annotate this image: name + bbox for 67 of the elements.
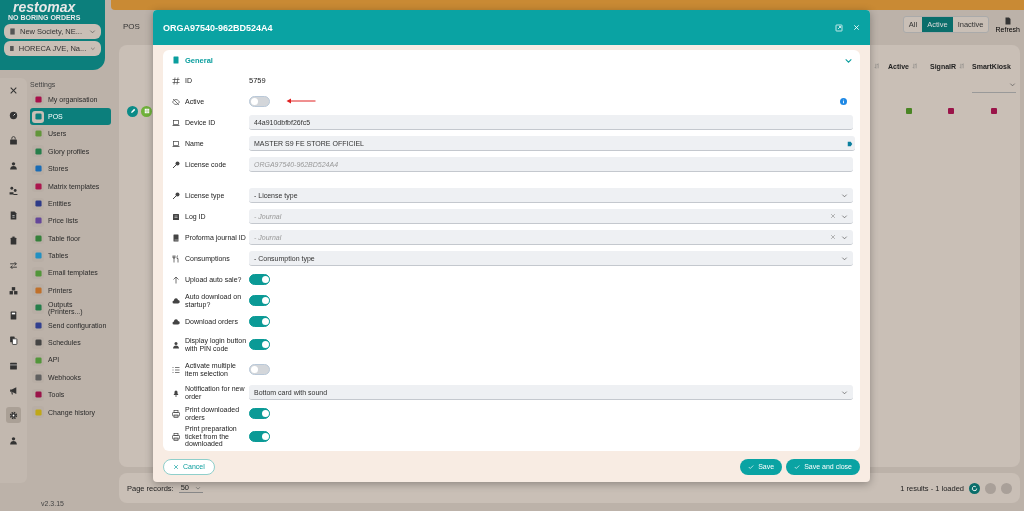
toggle-switch[interactable] xyxy=(249,96,270,107)
chevron-down-icon xyxy=(841,233,848,241)
boxes-icon xyxy=(9,285,18,295)
megaphone-icon xyxy=(9,385,18,395)
toggle-switch[interactable] xyxy=(249,339,270,350)
people-icon xyxy=(9,185,18,195)
clear-icon[interactable] xyxy=(830,213,836,219)
user-icon xyxy=(9,160,18,170)
grid-button[interactable] xyxy=(141,105,152,117)
list-icon xyxy=(172,365,180,374)
bag-icon xyxy=(9,135,18,145)
chevron-down-icon xyxy=(841,388,848,396)
cutlery-icon xyxy=(172,254,180,263)
chevron-down-icon xyxy=(89,28,96,35)
user-icon xyxy=(172,340,180,349)
close-icon xyxy=(9,85,18,95)
chevron-down-icon xyxy=(841,254,848,262)
calculator-icon xyxy=(9,310,18,320)
expand-icon[interactable] xyxy=(835,23,843,32)
toggle-switch[interactable] xyxy=(249,408,270,419)
laptop-icon xyxy=(172,118,180,127)
laptop-icon xyxy=(172,139,180,148)
chevron-down-icon xyxy=(841,191,848,199)
document-icon xyxy=(1003,16,1012,25)
copy-icon xyxy=(9,335,18,345)
key-icon xyxy=(172,191,180,200)
building-icon xyxy=(9,28,16,35)
newspaper-icon xyxy=(172,212,180,221)
toggle-switch[interactable] xyxy=(249,274,270,285)
document-icon xyxy=(9,210,18,220)
arrows-icon xyxy=(9,260,18,270)
check-icon xyxy=(748,463,755,470)
printer-icon xyxy=(172,409,180,418)
calendar-icon xyxy=(9,360,18,370)
toggle-switch[interactable] xyxy=(249,431,270,442)
info-icon[interactable] xyxy=(840,98,847,105)
bell-icon xyxy=(172,388,180,397)
toggle-switch[interactable] xyxy=(249,295,270,306)
check-icon xyxy=(794,463,801,470)
grid-icon xyxy=(143,108,150,114)
chevron-down-icon xyxy=(1009,81,1016,88)
reload-icon xyxy=(971,484,978,492)
chevron-down-icon xyxy=(841,212,848,220)
close-icon xyxy=(173,463,179,470)
user-icon xyxy=(9,435,18,445)
chevron-down-icon xyxy=(195,484,202,491)
toggle-switch[interactable] xyxy=(249,364,270,375)
key-icon xyxy=(172,160,180,169)
close-icon[interactable] xyxy=(853,24,860,31)
toggle-switch[interactable] xyxy=(249,316,270,327)
building-icon xyxy=(9,45,15,52)
cloud-icon xyxy=(172,296,180,305)
settings-icon xyxy=(9,410,18,420)
reload-button[interactable] xyxy=(969,482,980,494)
printer-icon xyxy=(172,432,180,441)
arrow-up-icon xyxy=(172,275,180,284)
hash-icon xyxy=(172,76,180,85)
logo-text: restomax xyxy=(13,0,76,14)
modal-title: ORGA97540-962BD524A4 xyxy=(163,22,274,33)
pencil-icon xyxy=(129,108,136,114)
clear-icon[interactable] xyxy=(830,234,836,240)
chevron-down-icon xyxy=(90,45,96,52)
eye-slash-icon xyxy=(172,97,180,106)
cloud-icon xyxy=(172,317,180,326)
page-tab[interactable]: POS xyxy=(119,22,144,31)
gauge-icon xyxy=(9,110,18,120)
edit-button[interactable] xyxy=(127,105,138,117)
